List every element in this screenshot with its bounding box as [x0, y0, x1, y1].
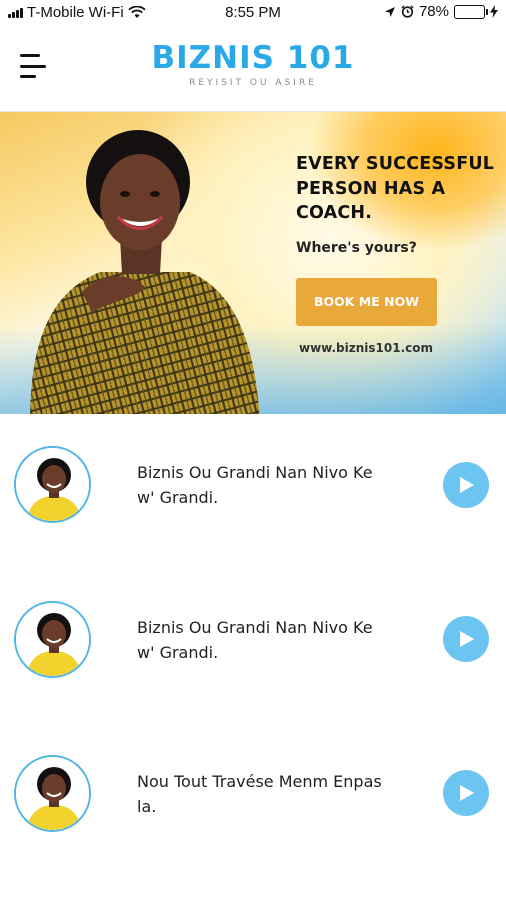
- episode-item[interactable]: Biznis Ou Grandi Nan Nivo Ke w' Grandi.: [0, 442, 506, 562]
- episode-title: Nou Tout Travése Menm Enpas la.: [137, 772, 382, 816]
- book-me-now-button[interactable]: BOOK ME NOW: [296, 277, 437, 326]
- status-bar: T-Mobile Wi-Fi 8:55 PM 78%: [0, 0, 506, 26]
- play-button[interactable]: [443, 462, 489, 508]
- app-header: BIZNIS 101 REYISIT OU ASIRE: [0, 26, 506, 112]
- banner-headline: EVERY SUCCESSFUL PERSON HAS A COACH.: [296, 154, 495, 223]
- banner-url: www.biznis101.com: [299, 340, 434, 355]
- play-icon: [460, 785, 474, 801]
- avatar: [14, 755, 91, 832]
- alarm-clock-icon: [401, 5, 414, 18]
- app-logo: BIZNIS 101 REYISIT OU ASIRE: [0, 40, 506, 88]
- coach-portrait-image: [30, 130, 260, 414]
- coach-avatar-image: [16, 757, 89, 830]
- episode-item[interactable]: Biznis Ou Grandi Nan Nivo Ke w' Grandi.: [0, 597, 506, 717]
- logo-title: BIZNIS 101: [151, 40, 355, 76]
- coach-avatar-image: [16, 603, 89, 676]
- logo-subtitle: REYISIT OU ASIRE: [189, 78, 317, 88]
- banner-text: EVERY SUCCESSFUL PERSON HAS A COACH. Whe…: [296, 152, 496, 355]
- avatar: [14, 446, 91, 523]
- coach-avatar-image: [16, 448, 89, 521]
- avatar: [14, 601, 91, 678]
- episode-title: Biznis Ou Grandi Nan Nivo Ke w' Grandi.: [137, 463, 373, 507]
- promo-banner: EVERY SUCCESSFUL PERSON HAS A COACH. Whe…: [0, 112, 506, 414]
- banner-tagline: Where's yours?: [296, 239, 417, 256]
- play-icon: [460, 477, 474, 493]
- play-icon: [460, 631, 474, 647]
- play-button[interactable]: [443, 770, 489, 816]
- status-right: 78%: [384, 3, 498, 20]
- episode-title: Biznis Ou Grandi Nan Nivo Ke w' Grandi.: [137, 618, 373, 662]
- charging-bolt-icon: [490, 5, 498, 18]
- battery-icon: [454, 4, 488, 19]
- location-arrow-icon: [384, 6, 395, 17]
- episode-item[interactable]: Nou Tout Travése Menm Enpas la.: [0, 751, 506, 871]
- battery-percent: 78%: [418, 3, 449, 20]
- play-button[interactable]: [443, 616, 489, 662]
